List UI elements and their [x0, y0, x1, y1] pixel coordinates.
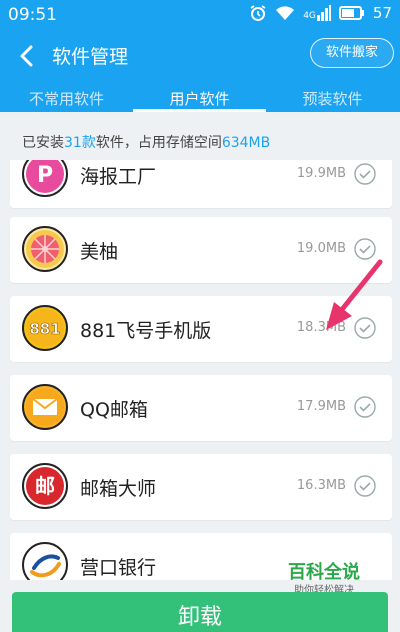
app-list: P 海报工厂 19.9MB 美柚 19.0MB 881 881飞号手机版 18.… — [0, 160, 400, 580]
svg-text:P: P — [37, 163, 53, 188]
app-name: QQ邮箱 — [80, 399, 148, 421]
app-name: 美柚 — [80, 241, 119, 263]
app-name: 邮箱大师 — [80, 478, 157, 500]
status-time: 09:51 — [8, 5, 57, 25]
haibao-icon: P — [22, 160, 68, 197]
tab-preinstalled[interactable]: 预装软件 — [266, 88, 399, 109]
watermark-title: 百科全说 — [288, 562, 360, 583]
wifi-icon — [275, 5, 295, 21]
select-checkbox[interactable] — [354, 238, 376, 260]
meiyou-icon — [22, 226, 68, 272]
check-circle-icon — [354, 163, 376, 185]
annotation-arrow-icon — [326, 259, 383, 330]
storage-summary: 已安装31款软件，占用存储空间634MB — [0, 112, 400, 160]
app-list-item[interactable]: 邮 邮箱大师 16.3MB — [10, 454, 392, 520]
page-title: 软件管理 — [52, 46, 129, 68]
uninstall-button[interactable]: 卸载 — [12, 592, 388, 632]
app-size: 16.3MB — [296, 478, 346, 493]
network-type: 4G — [303, 11, 316, 21]
qqmail-icon — [22, 384, 68, 430]
app-size: 19.9MB — [296, 166, 346, 181]
status-icons: 4G 57 — [249, 4, 392, 22]
app-list-item[interactable]: P 海报工厂 19.9MB — [10, 160, 392, 208]
app-header: 软件管理 软件搬家 不常用软件 用户软件 预装软件 — [0, 30, 400, 112]
check-circle-icon — [354, 238, 376, 260]
tab-user-apps[interactable]: 用户软件 — [133, 88, 266, 109]
app-name: 881飞号手机版 — [80, 320, 212, 342]
svg-text:881: 881 — [29, 320, 60, 338]
check-circle-icon — [354, 475, 376, 497]
move-apps-button[interactable]: 软件搬家 — [310, 38, 394, 68]
battery-level: 57 — [372, 4, 392, 22]
select-checkbox[interactable] — [354, 475, 376, 497]
mailmaster-icon: 邮 — [22, 463, 68, 509]
alarm-icon — [249, 4, 267, 22]
tab-bar: 不常用软件 用户软件 预装软件 — [0, 84, 400, 112]
check-circle-icon — [354, 396, 376, 418]
app-list-item[interactable]: QQ邮箱 17.9MB — [10, 375, 392, 441]
app-size: 19.0MB — [296, 241, 346, 256]
select-checkbox[interactable] — [354, 396, 376, 418]
back-button[interactable] — [14, 42, 42, 70]
app-size: 17.9MB — [296, 399, 346, 414]
tab-rarely-used[interactable]: 不常用软件 — [0, 88, 133, 109]
yingkou-bank-icon — [22, 542, 68, 580]
select-checkbox[interactable] — [354, 163, 376, 185]
app-name: 营口银行 — [80, 557, 157, 579]
back-arrow-icon — [20, 45, 33, 67]
status-bar: 09:51 4G 57 — [0, 0, 400, 30]
summary-middle: 软件，占用存储空间 — [95, 135, 222, 151]
svg-text:邮: 邮 — [35, 474, 55, 498]
storage-size: 634MB — [221, 135, 271, 151]
summary-prefix: 已安装 — [22, 135, 64, 151]
signal-icon: 4G — [303, 5, 331, 21]
app-count: 31款 — [64, 135, 96, 151]
feihao-881-icon: 881 — [22, 305, 68, 351]
app-name: 海报工厂 — [80, 166, 157, 188]
battery-icon — [338, 6, 365, 20]
